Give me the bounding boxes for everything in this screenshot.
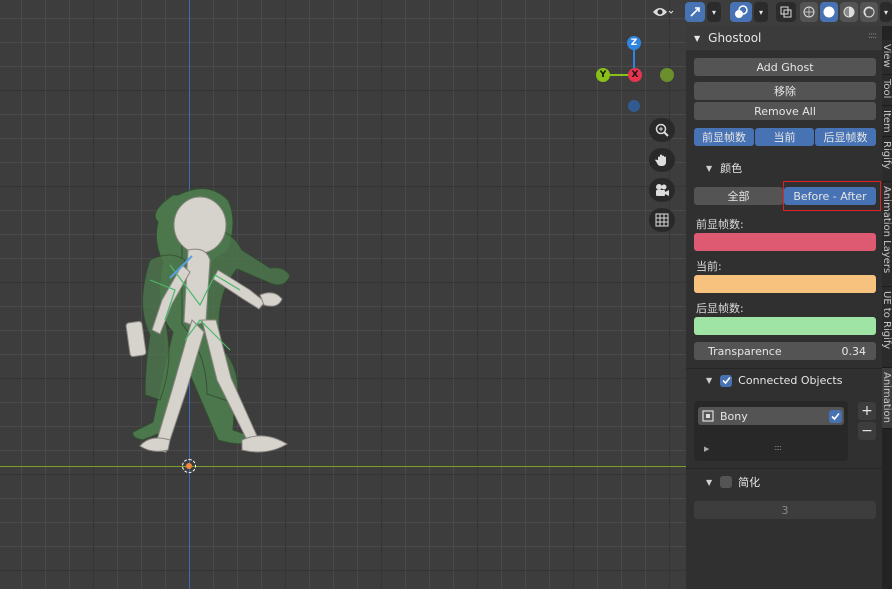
list-item-checkbox[interactable] <box>829 410 842 423</box>
transparence-value: 0.34 <box>841 344 867 358</box>
remove-item-button[interactable]: − <box>858 422 876 440</box>
add-item-button[interactable]: + <box>858 402 876 420</box>
3d-viewport[interactable]: Z Y X <box>0 0 686 589</box>
connected-objects-title: Connected Objects <box>738 374 843 387</box>
divider <box>686 468 882 469</box>
gizmo-x-button[interactable]: X <box>628 68 642 82</box>
camera-icon[interactable] <box>649 178 675 202</box>
rendered-icon[interactable] <box>860 2 878 22</box>
panel-header[interactable]: ▼ Ghostool :::: <box>686 26 882 50</box>
after-color-swatch[interactable] <box>694 317 876 335</box>
tab-rigify[interactable]: Rigify <box>882 137 892 182</box>
object-origin-marker[interactable] <box>182 459 196 473</box>
armature-icon <box>702 410 714 422</box>
remove-button[interactable]: 移除 <box>694 82 876 100</box>
eye-icon[interactable] <box>648 2 678 22</box>
wireframe-icon[interactable] <box>800 2 818 22</box>
remove-all-button[interactable]: Remove All <box>694 102 876 120</box>
mode-all-button[interactable]: 全部 <box>694 187 783 205</box>
gizmo-neg-z-button[interactable] <box>628 100 640 112</box>
transparence-slider[interactable]: Transparence 0.34 <box>694 342 876 360</box>
expand-triangle-icon[interactable]: ▶ <box>704 445 709 453</box>
after-color-label: 后显帧数: <box>696 302 744 315</box>
grid-icon[interactable] <box>649 208 675 232</box>
collapse-triangle-icon: ▼ <box>694 33 701 43</box>
collapse-triangle-icon: ▼ <box>706 163 713 173</box>
simplify-title: 简化 <box>738 476 761 489</box>
connected-objects-header[interactable]: ▼ Connected Objects <box>706 374 842 387</box>
highlight-box <box>783 181 881 211</box>
after-frames-button[interactable]: 后显帧数 <box>815 128 876 146</box>
list-item[interactable]: Bony <box>698 407 844 425</box>
gizmo-neg-y-button[interactable] <box>660 68 674 82</box>
current-frame-button[interactable]: 当前 <box>755 128 814 146</box>
gizmo-z-line <box>633 48 635 70</box>
add-ghost-button[interactable]: Add Ghost <box>694 58 876 76</box>
material-icon[interactable] <box>840 2 858 22</box>
ghostool-panel: ▼ Ghostool :::: Add Ghost 移除 Remove All … <box>686 26 882 589</box>
current-color-swatch[interactable] <box>694 275 876 293</box>
chevron-down-icon[interactable]: ▾ <box>754 2 768 22</box>
drag-handle-icon[interactable]: :::: <box>868 31 877 41</box>
connected-objects-checkbox[interactable] <box>720 374 733 387</box>
character-ghost-figure[interactable] <box>110 170 300 470</box>
color-subpanel-title: 颜色 <box>720 162 743 175</box>
transparence-label: Transparence <box>708 344 782 358</box>
simplify-header[interactable]: ▼ 简化 <box>706 474 760 490</box>
solid-icon[interactable] <box>820 2 838 22</box>
divider <box>686 368 882 369</box>
color-subpanel-header[interactable]: ▼ 颜色 <box>706 160 742 176</box>
zoom-icon[interactable] <box>649 118 675 142</box>
simplify-value-field[interactable]: 3 <box>694 501 876 519</box>
tab-tool[interactable]: Tool <box>882 75 892 106</box>
collapse-triangle-icon: ▼ <box>706 376 713 385</box>
list-resize-handle[interactable]: :::: <box>774 443 782 452</box>
tab-animation[interactable]: Animation <box>882 368 892 429</box>
overlay-icon[interactable] <box>730 2 752 22</box>
y-axis-line <box>0 466 686 467</box>
list-item-label: Bony <box>720 409 748 423</box>
chevron-down-icon[interactable]: ▾ <box>880 2 892 22</box>
gizmo-y-line <box>610 74 630 76</box>
sidebar-tabs: View Tool Item Rigify Animation Layers U… <box>882 26 892 589</box>
collapse-triangle-icon: ▼ <box>706 477 713 487</box>
gizmo-y-button[interactable]: Y <box>596 68 610 82</box>
tab-view[interactable]: View <box>882 40 892 75</box>
xray-icon[interactable] <box>776 2 796 22</box>
hand-icon[interactable] <box>649 148 675 172</box>
chevron-down-icon[interactable]: ▾ <box>707 2 721 22</box>
current-color-label: 当前: <box>696 260 722 273</box>
panel-title: Ghostool <box>708 31 762 45</box>
tab-ue-to-rigify[interactable]: UE to Rigify <box>882 287 892 368</box>
viewport-header: ▾ ▾ ▾ <box>640 0 892 26</box>
tab-item[interactable]: Item <box>882 106 892 137</box>
before-color-label: 前显帧数: <box>696 218 744 231</box>
before-frames-button[interactable]: 前显帧数 <box>694 128 754 146</box>
before-color-swatch[interactable] <box>694 233 876 251</box>
pose-icon[interactable] <box>685 2 705 22</box>
connected-objects-list[interactable]: Bony ▶ :::: <box>694 401 848 461</box>
tab-animation-layers[interactable]: Animation Layers <box>882 182 892 287</box>
simplify-checkbox[interactable] <box>720 476 733 488</box>
